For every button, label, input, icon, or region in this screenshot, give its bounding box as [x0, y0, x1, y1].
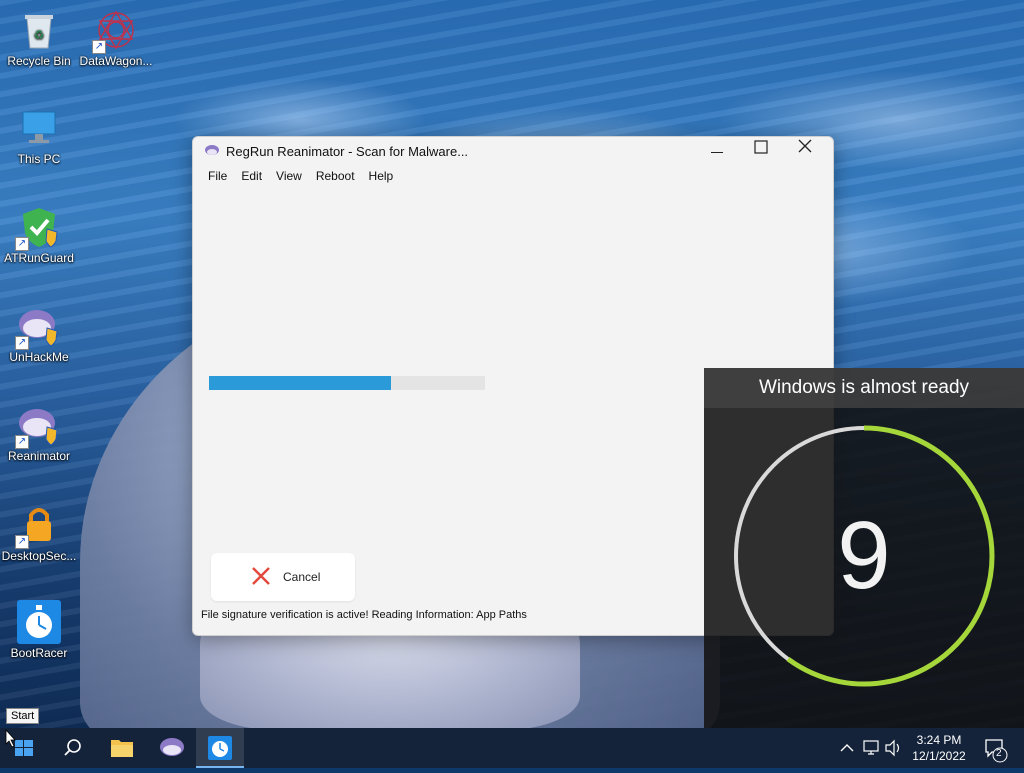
shortcut-arrow-icon: ↗: [15, 237, 29, 251]
scan-progress-bar: [209, 376, 485, 390]
tray-overflow-button[interactable]: [838, 728, 856, 768]
folder-icon: [111, 740, 133, 757]
maximize-icon: [754, 140, 768, 154]
window-title: RegRun Reanimator - Scan for Malware...: [226, 144, 469, 159]
taskbar-file-explorer[interactable]: [98, 728, 146, 768]
maximize-button[interactable]: [739, 137, 783, 167]
search-button[interactable]: [48, 728, 96, 768]
minimize-button[interactable]: [695, 137, 739, 167]
cancel-x-icon: [251, 566, 271, 586]
datawagon-icon: ↗: [92, 8, 138, 54]
taskbar-reanimator[interactable]: [148, 728, 196, 768]
tray-volume[interactable]: [882, 728, 904, 768]
shield-check-icon: ↗: [15, 205, 61, 251]
stopwatch-icon: [208, 736, 232, 760]
desktop-icon-desktopsecure[interactable]: ↗ DesktopSec...: [1, 503, 77, 563]
desktop-icon-reanimator[interactable]: ↗ Reanimator: [1, 403, 77, 463]
menu-file[interactable]: File: [201, 167, 234, 187]
desktop-icon-label: BootRacer: [10, 646, 68, 660]
app-icon: [204, 144, 220, 158]
padlock-icon: ↗: [15, 503, 61, 549]
clock-date: 12/1/2022: [912, 749, 966, 763]
desktop-icon-label: DataWagon...: [79, 54, 153, 68]
start-tooltip: Start: [6, 708, 40, 724]
taskbar: 3:24 PM 12/1/2022 2: [0, 728, 1024, 768]
action-center-button[interactable]: 2: [980, 728, 1012, 768]
boot-ready-heading: Windows is almost ready: [704, 368, 1024, 408]
shortcut-arrow-icon: ↗: [92, 40, 106, 54]
reanimator-icon: ↗: [15, 403, 61, 449]
desktop-icon-atrunguard[interactable]: ↗ ATRunGuard: [1, 205, 77, 265]
shortcut-arrow-icon: ↗: [15, 435, 29, 449]
boot-ready-panel: Windows is almost ready 9: [704, 368, 1024, 728]
clock-time: 3:24 PM: [916, 733, 962, 747]
menu-edit[interactable]: Edit: [234, 167, 269, 187]
reanimator-icon: [160, 738, 184, 756]
network-icon: [863, 740, 879, 755]
menu-view[interactable]: View: [269, 167, 309, 187]
desktop-icon-label: UnHackMe: [9, 350, 69, 364]
search-icon: [64, 739, 81, 756]
menu-reboot[interactable]: Reboot: [309, 167, 362, 187]
unhackme-icon: ↗: [15, 304, 61, 350]
notification-count-badge: 2: [996, 748, 1002, 759]
desktop-icon-label: ATRunGuard: [4, 251, 74, 265]
desktop-icon-bootracer[interactable]: BootRacer: [1, 600, 77, 660]
desktop-icon-unhackme[interactable]: ↗ UnHackMe: [1, 304, 77, 364]
menu-bar: File Edit View Reboot Help: [201, 167, 400, 187]
desktop-icon-label: Reanimator: [7, 449, 71, 463]
cancel-label: Cancel: [283, 570, 321, 584]
recycle-bin-icon: ♻: [17, 8, 61, 52]
speaker-icon: [885, 739, 900, 757]
svg-text:♻: ♻: [34, 28, 45, 42]
close-icon: [798, 139, 812, 153]
stopwatch-icon: [17, 600, 61, 644]
start-button[interactable]: [0, 728, 48, 768]
countdown-number: 9: [837, 502, 891, 609]
shortcut-arrow-icon: ↗: [15, 535, 29, 549]
window-titlebar[interactable]: RegRun Reanimator - Scan for Malware...: [193, 137, 833, 167]
status-text: File signature verification is active! R…: [201, 609, 527, 621]
cancel-button[interactable]: Cancel: [211, 553, 355, 601]
desktop-icon-datawagon[interactable]: ↗ DataWagon...: [78, 8, 154, 68]
chevron-up-icon: [840, 744, 854, 752]
computer-icon: [17, 106, 61, 150]
scan-progress-fill: [209, 376, 392, 390]
close-button[interactable]: [783, 137, 827, 167]
desktop-icon-label: Recycle Bin: [7, 54, 71, 68]
shortcut-arrow-icon: ↗: [15, 336, 29, 350]
minimize-icon: [711, 152, 723, 153]
taskbar-clock[interactable]: 3:24 PM 12/1/2022: [904, 732, 974, 764]
desktop-icon-label: This PC: [17, 152, 61, 166]
taskbar-bootracer[interactable]: [196, 728, 244, 768]
desktop-icon-this-pc[interactable]: This PC: [1, 106, 77, 166]
desktop-icon-label: DesktopSec...: [1, 549, 77, 563]
tray-network[interactable]: [860, 728, 882, 768]
windows-logo-icon: [5, 728, 33, 756]
desktop-icon-recycle-bin[interactable]: ♻ Recycle Bin: [1, 8, 77, 68]
menu-help[interactable]: Help: [362, 167, 401, 187]
